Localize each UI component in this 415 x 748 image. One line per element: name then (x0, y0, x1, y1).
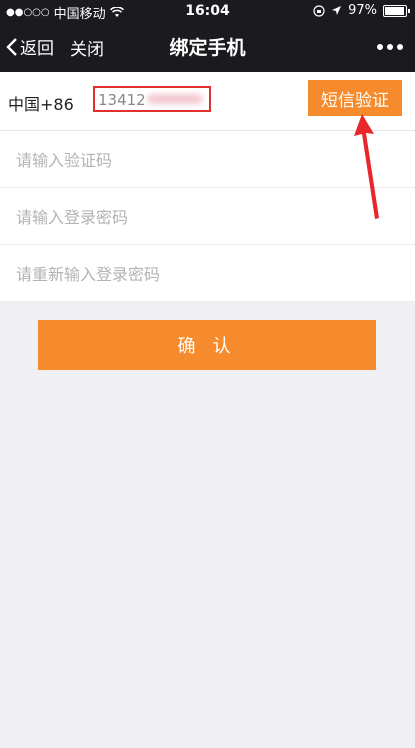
more-dot (397, 44, 403, 50)
rotation-lock-icon (313, 4, 325, 17)
sms-verify-button[interactable]: 短信验证 (308, 80, 402, 116)
status-right: 97% (313, 3, 410, 18)
password-input[interactable] (16, 206, 396, 228)
top-bar: ●●○○○ 中国移动 16:04 97% 返回 关闭 绑定手机 (0, 0, 415, 72)
location-icon (332, 6, 342, 15)
more-dot (387, 44, 393, 50)
more-dot (377, 44, 383, 50)
confirm-password-input[interactable] (16, 263, 396, 285)
battery-percent: 97% (348, 3, 377, 18)
annotation-arrow-icon (354, 114, 379, 219)
nav-bar: 返回 关闭 绑定手机 (0, 22, 415, 72)
confirm-password-row (0, 245, 415, 301)
battery-icon (383, 4, 410, 17)
more-menu-button[interactable] (377, 44, 403, 50)
status-bar: ●●○○○ 中国移动 16:04 97% (0, 0, 415, 22)
confirm-button[interactable]: 确 认 (38, 320, 376, 370)
country-code[interactable]: 中国+86 (8, 91, 74, 115)
phone-highlight-box (93, 86, 211, 112)
verification-code-input[interactable] (16, 149, 396, 171)
page-title: 绑定手机 (169, 37, 246, 59)
battery-fill (385, 6, 405, 15)
redacted-digits (147, 94, 203, 104)
